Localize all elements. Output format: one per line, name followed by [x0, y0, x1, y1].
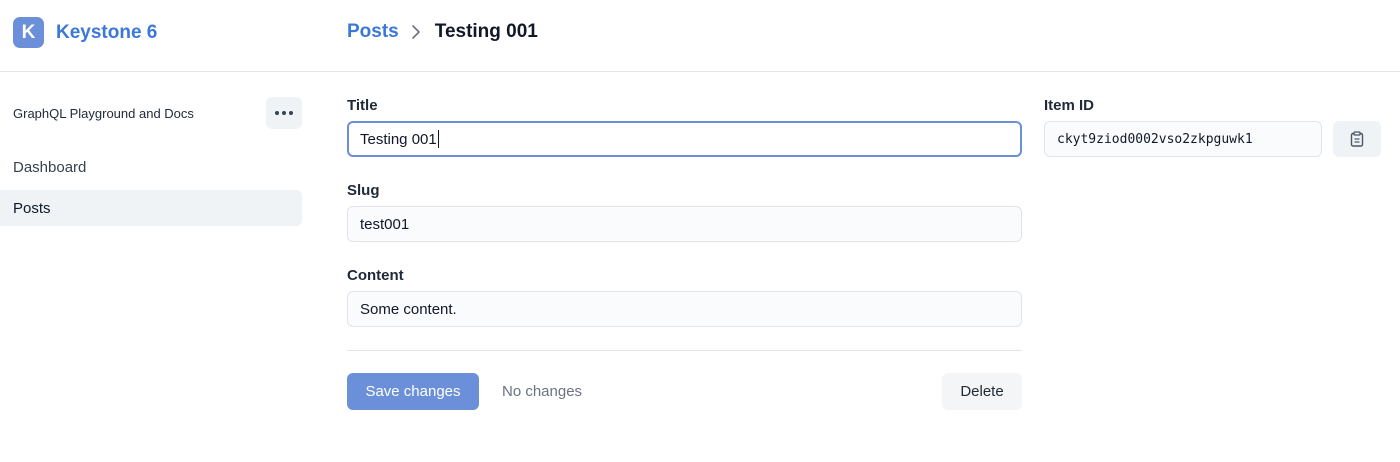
ellipsis-icon-dot: [289, 111, 293, 115]
title-input-value: Testing 001: [360, 130, 437, 148]
slug-label: Slug: [347, 182, 380, 199]
title-input[interactable]: Testing 001: [347, 121, 1022, 157]
ellipsis-icon-dot: [282, 111, 286, 115]
slug-input[interactable]: test001: [347, 206, 1022, 242]
sidebar-item-posts[interactable]: Posts: [0, 190, 302, 226]
clipboard-icon: [1350, 131, 1364, 147]
form-divider: [347, 350, 1022, 351]
sidebar-item-dashboard[interactable]: Dashboard: [0, 149, 302, 185]
content-label: Content: [347, 267, 404, 284]
item-id-value: ckyt9ziod0002vso2zkpguwk1: [1057, 131, 1253, 147]
app-logo[interactable]: K Keystone 6: [13, 17, 157, 48]
graphql-playground-link[interactable]: GraphQL Playground and Docs: [13, 106, 194, 121]
text-caret: [437, 130, 439, 148]
copy-id-button[interactable]: [1333, 121, 1381, 157]
slug-input-value: test001: [360, 215, 410, 233]
content-input[interactable]: Some content.: [347, 291, 1022, 327]
more-options-button[interactable]: [266, 97, 302, 129]
breadcrumb: Posts Testing 001: [347, 21, 538, 43]
delete-button[interactable]: Delete: [942, 373, 1022, 410]
breadcrumb-posts-link[interactable]: Posts: [347, 21, 399, 43]
item-id-field[interactable]: ckyt9ziod0002vso2zkpguwk1: [1044, 121, 1322, 157]
save-status-text: No changes: [502, 383, 583, 400]
app-name: Keystone 6: [56, 21, 158, 43]
top-bar: K Keystone 6 Posts Testing 001: [0, 0, 1400, 72]
save-changes-button[interactable]: Save changes: [347, 373, 479, 410]
page-title: Testing 001: [434, 21, 538, 42]
item-id-label: Item ID: [1044, 97, 1095, 114]
ellipsis-icon-dot: [275, 111, 279, 115]
graphql-playground-row: GraphQL Playground and Docs: [13, 97, 302, 129]
keystone-logo-icon: K: [13, 17, 44, 48]
chevron-right-icon: [411, 24, 423, 40]
title-label: Title: [347, 97, 378, 114]
content-input-value: Some content.: [360, 300, 457, 318]
